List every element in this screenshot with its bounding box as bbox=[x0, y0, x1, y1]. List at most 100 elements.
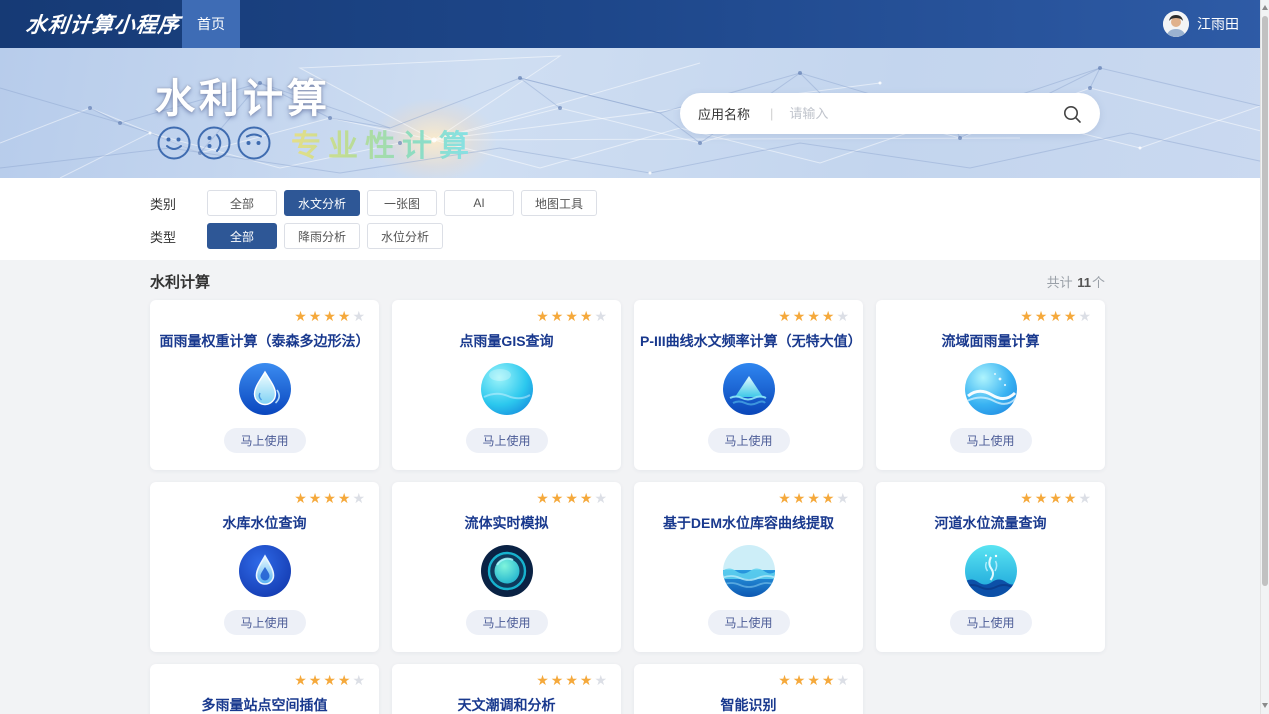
app-card[interactable]: ★★★★★多雨量站点空间插值 马上使用 bbox=[150, 664, 379, 714]
filter-option[interactable]: 地图工具 bbox=[521, 190, 597, 216]
star-icon: ★ bbox=[536, 308, 551, 324]
star-icon: ★ bbox=[1078, 308, 1093, 324]
scrollbar-thumb[interactable] bbox=[1262, 16, 1268, 586]
filter-option[interactable]: 全部 bbox=[207, 223, 277, 249]
star-icon: ★ bbox=[323, 308, 338, 324]
rating-stars: ★★★★★ bbox=[778, 673, 851, 687]
filter-option[interactable]: AI bbox=[444, 190, 514, 216]
filter-option[interactable]: 降雨分析 bbox=[284, 223, 360, 249]
top-navbar: 水利计算小程序 首页 江雨田 bbox=[0, 0, 1269, 48]
app-card[interactable]: ★★★★★面雨量权重计算（泰森多边形法） 马上使用 bbox=[150, 300, 379, 470]
star-icon: ★ bbox=[338, 308, 353, 324]
star-icon: ★ bbox=[536, 672, 551, 688]
scrollbar[interactable] bbox=[1260, 0, 1269, 714]
star-icon: ★ bbox=[580, 490, 595, 506]
scroll-up-arrow-icon[interactable] bbox=[1261, 1, 1269, 15]
use-now-button[interactable]: 马上使用 bbox=[707, 610, 789, 635]
app-card[interactable]: ★★★★★基于DEM水位库容曲线提取 马上使用 bbox=[634, 482, 863, 652]
use-now-button[interactable]: 马上使用 bbox=[223, 610, 305, 635]
use-now-button[interactable]: 马上使用 bbox=[465, 610, 547, 635]
card-title: 流体实时模拟 bbox=[392, 513, 621, 533]
star-icon: ★ bbox=[294, 490, 309, 506]
rating-stars: ★★★★★ bbox=[778, 491, 851, 505]
filter-option[interactable]: 一张图 bbox=[367, 190, 437, 216]
star-icon: ★ bbox=[551, 490, 566, 506]
star-icon: ★ bbox=[1049, 490, 1064, 506]
app-card[interactable]: ★★★★★天文潮调和分析 马上使用 bbox=[392, 664, 621, 714]
app-card[interactable]: ★★★★★智能识别 马上使用 bbox=[634, 664, 863, 714]
card-title: 天文潮调和分析 bbox=[392, 695, 621, 714]
use-now-button[interactable]: 马上使用 bbox=[707, 428, 789, 453]
card-title: 智能识别 bbox=[634, 695, 863, 714]
star-icon: ★ bbox=[309, 672, 324, 688]
hero-banner: 水利计算 专业性计算 应用名称 | bbox=[0, 48, 1269, 178]
star-icon: ★ bbox=[836, 672, 851, 688]
user-avatar[interactable] bbox=[1163, 11, 1189, 37]
star-icon: ★ bbox=[822, 308, 837, 324]
glossy-globe-icon bbox=[480, 362, 534, 416]
app-card[interactable]: ★★★★★流体实时模拟 马上使用 bbox=[392, 482, 621, 652]
star-icon: ★ bbox=[778, 490, 793, 506]
use-now-button[interactable]: 马上使用 bbox=[223, 428, 305, 453]
app-card[interactable]: ★★★★★河道水位流量查询 马上使用 bbox=[876, 482, 1105, 652]
star-icon: ★ bbox=[594, 490, 609, 506]
star-icon: ★ bbox=[1049, 308, 1064, 324]
sphere-wave-icon bbox=[964, 362, 1018, 416]
filter-option[interactable]: 水位分析 bbox=[367, 223, 443, 249]
search-icon[interactable] bbox=[1062, 104, 1082, 124]
filter-label: 类型 bbox=[150, 227, 207, 246]
star-icon: ★ bbox=[294, 672, 309, 688]
page: 水利计算小程序 首页 江雨田 bbox=[0, 0, 1269, 714]
filter-option[interactable]: 水文分析 bbox=[284, 190, 360, 216]
star-icon: ★ bbox=[807, 672, 822, 688]
filter-row: 类型全部降雨分析水位分析 bbox=[150, 223, 1269, 249]
star-icon: ★ bbox=[352, 308, 367, 324]
star-icon: ★ bbox=[352, 672, 367, 688]
star-icon: ★ bbox=[338, 490, 353, 506]
hero-subtitle: 专业性计算 bbox=[291, 121, 476, 165]
star-icon: ★ bbox=[1064, 308, 1079, 324]
filter-row: 类别全部水文分析一张图 AI 地图工具 bbox=[150, 190, 1269, 216]
star-icon: ★ bbox=[551, 308, 566, 324]
count-prefix: 共计 bbox=[1047, 275, 1073, 290]
filter-section: 类别全部水文分析一张图 AI 地图工具类型全部降雨分析水位分析 bbox=[0, 178, 1269, 260]
star-icon: ★ bbox=[580, 672, 595, 688]
user-menu[interactable]: 江雨田 bbox=[1163, 11, 1269, 37]
app-card[interactable]: ★★★★★水库水位查询 马上使用 bbox=[150, 482, 379, 652]
nav-tab-home[interactable]: 首页 bbox=[182, 0, 240, 48]
use-now-button[interactable]: 马上使用 bbox=[949, 610, 1031, 635]
star-icon: ★ bbox=[565, 308, 580, 324]
star-icon: ★ bbox=[565, 672, 580, 688]
star-icon: ★ bbox=[793, 308, 808, 324]
star-icon: ★ bbox=[793, 672, 808, 688]
scroll-down-arrow-icon[interactable] bbox=[1261, 699, 1269, 713]
filter-option[interactable]: 全部 bbox=[207, 190, 277, 216]
card-title: 流域面雨量计算 bbox=[876, 331, 1105, 351]
app-logo: 水利计算小程序 bbox=[0, 9, 184, 39]
use-now-button[interactable]: 马上使用 bbox=[949, 428, 1031, 453]
star-icon: ★ bbox=[536, 490, 551, 506]
app-card[interactable]: ★★★★★P-III曲线水文频率计算（无特大值） 马上使用 bbox=[634, 300, 863, 470]
star-icon: ★ bbox=[1020, 490, 1035, 506]
count-value: 11 bbox=[1077, 275, 1091, 290]
star-icon: ★ bbox=[822, 490, 837, 506]
app-search-bar: 应用名称 | bbox=[680, 93, 1100, 134]
rating-stars: ★★★★★ bbox=[536, 673, 609, 687]
sea-waves-icon bbox=[722, 544, 776, 598]
app-card[interactable]: ★★★★★点雨量GIS查询 马上使用 bbox=[392, 300, 621, 470]
section-title: 水利计算 bbox=[150, 271, 210, 292]
card-title: 点雨量GIS查询 bbox=[392, 331, 621, 351]
filter-label: 类别 bbox=[150, 194, 207, 213]
smiley-calm-icon bbox=[237, 126, 271, 160]
water-splash-icon bbox=[964, 544, 1018, 598]
search-input[interactable] bbox=[789, 106, 1062, 121]
smiley-wink-icon bbox=[197, 126, 231, 160]
star-icon: ★ bbox=[338, 672, 353, 688]
use-now-button[interactable]: 马上使用 bbox=[465, 428, 547, 453]
ring-core-icon bbox=[480, 544, 534, 598]
avatar-image bbox=[1163, 11, 1189, 37]
app-card[interactable]: ★★★★★流域面雨量计算 马上使用 bbox=[876, 300, 1105, 470]
total-count: 共计 11个 bbox=[1047, 272, 1105, 291]
star-icon: ★ bbox=[551, 672, 566, 688]
star-icon: ★ bbox=[836, 308, 851, 324]
